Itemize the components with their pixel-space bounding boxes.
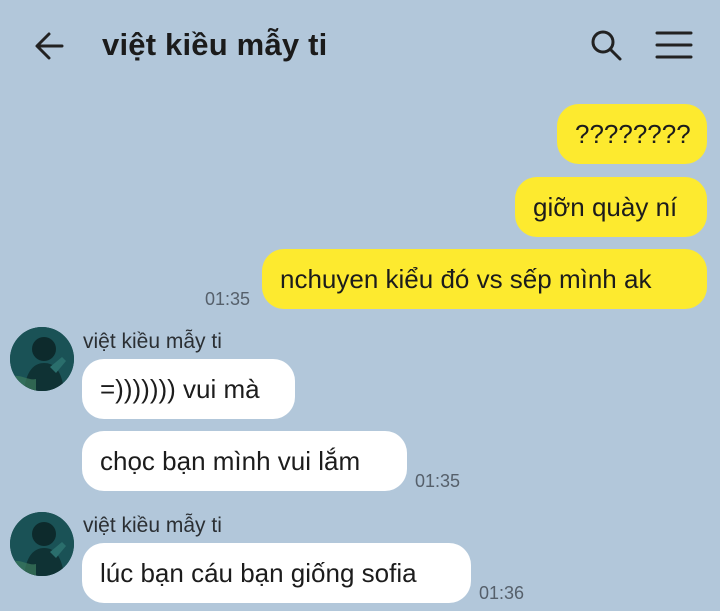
outgoing-message-bubble[interactable]: ???????? xyxy=(557,104,707,164)
incoming-message-bubble[interactable]: chọc bạn mình vui lắm xyxy=(82,431,407,491)
incoming-message-bubble[interactable]: =))))))) vui mà xyxy=(82,359,295,419)
sender-name: việt kiều mẫy ti xyxy=(83,330,222,353)
avatar[interactable] xyxy=(10,327,74,391)
outgoing-message-bubble[interactable]: nchuyen kiểu đó vs sếp mình ak xyxy=(262,249,707,309)
avatar-image xyxy=(10,327,74,391)
sender-name: việt kiều mẫy ti xyxy=(83,514,222,537)
avatar-image xyxy=(10,512,74,576)
chat-header: việt kiều mẫy ti xyxy=(0,0,720,90)
incoming-message-bubble[interactable]: lúc bạn cáu bạn giống sofia xyxy=(82,543,471,603)
search-icon[interactable] xyxy=(588,27,624,63)
message-timestamp: 01:35 xyxy=(415,471,461,491)
outgoing-message-bubble[interactable]: giỡn quày ní xyxy=(515,177,707,237)
message-timestamp: 01:36 xyxy=(479,583,525,603)
back-arrow-icon[interactable] xyxy=(30,26,70,66)
chat-title: việt kiều mẫy ti xyxy=(102,27,328,62)
message-timestamp: 01:35 xyxy=(205,289,251,309)
hamburger-menu-icon[interactable] xyxy=(654,27,694,63)
avatar[interactable] xyxy=(10,512,74,576)
